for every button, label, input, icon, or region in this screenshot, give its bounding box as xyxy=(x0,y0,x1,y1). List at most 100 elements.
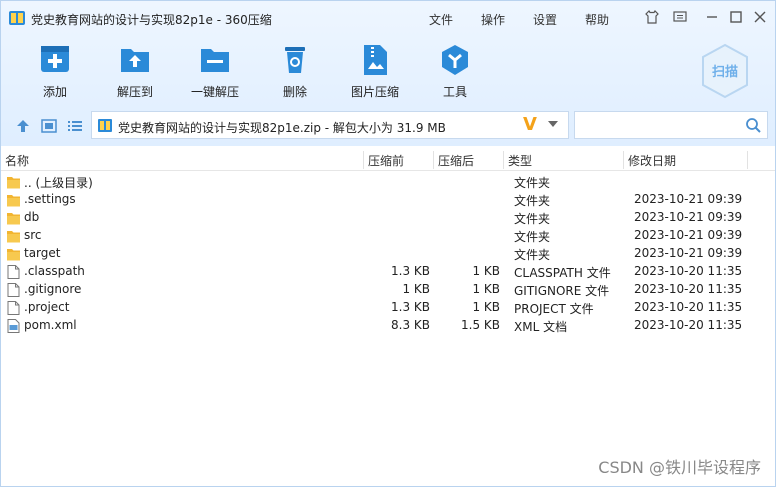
file-row[interactable]: .. (上级目录) 文件夹 xyxy=(1,173,775,191)
col-before[interactable]: 压缩前 xyxy=(368,152,404,169)
file-type: 文件夹 xyxy=(514,212,551,226)
minimize-icon[interactable] xyxy=(704,9,720,25)
menu-help[interactable]: 帮助 xyxy=(585,11,609,28)
path-dropdown-icon[interactable] xyxy=(548,121,558,127)
file-row[interactable]: .project 1.3 KB 1 KB PROJECT 文件 2023-10-20 1… xyxy=(1,299,775,317)
folder-icon xyxy=(7,247,20,261)
extract-to-button[interactable]: 解压到 xyxy=(107,43,163,100)
image-compress-icon xyxy=(357,43,393,77)
file-row[interactable]: .classpath 1.3 KB 1 KB CLASSPATH 文件 2023-10-… xyxy=(1,263,775,281)
col-after[interactable]: 压缩后 xyxy=(438,152,474,169)
menu-settings[interactable]: 设置 xyxy=(533,11,557,28)
path-bar[interactable]: 党史教育网站的设计与实现82p1e.zip - 解包大小为 31.9 MB V xyxy=(91,111,569,139)
watermark: CSDN @铁川毕设程序 xyxy=(598,458,761,477)
file-row[interactable]: target 文件夹 2023-10-21 09:39 xyxy=(1,245,775,263)
file-date: 2023-10-21 09:39 xyxy=(634,210,743,224)
file-size-after: 1.5 KB xyxy=(461,318,500,332)
folder-icon xyxy=(7,229,20,243)
file-name: pom.xml xyxy=(24,318,77,332)
file-name: db xyxy=(24,210,40,224)
delete-icon xyxy=(277,43,313,77)
image-compress-button[interactable]: 图片压缩 xyxy=(347,43,403,100)
column-divider[interactable] xyxy=(433,151,434,169)
file-name: .project xyxy=(24,300,70,314)
col-type[interactable]: 类型 xyxy=(508,152,532,169)
up-arrow-icon[interactable] xyxy=(15,119,31,133)
file-size-before: 1.3 KB xyxy=(391,264,430,278)
file-type: GITIGNORE 文件 xyxy=(514,284,610,298)
top-area: 党史教育网站的设计与实现82p1e - 360压缩 文件 操作 设置 帮助 添加… xyxy=(1,1,775,146)
xml-file-icon xyxy=(7,319,20,333)
skin-shirt-icon[interactable] xyxy=(644,9,660,25)
one-click-extract-button[interactable]: 一键解压 xyxy=(187,43,243,100)
folder-icon xyxy=(7,175,20,189)
add-label: 添加 xyxy=(42,85,67,99)
file-size-before: 1 KB xyxy=(402,282,430,296)
window-title: 党史教育网站的设计与实现82p1e - 360压缩 xyxy=(31,13,272,27)
file-type: CLASSPATH 文件 xyxy=(514,266,611,280)
column-divider[interactable] xyxy=(503,151,504,169)
column-divider[interactable] xyxy=(623,151,624,169)
delete-button[interactable]: 删除 xyxy=(267,43,323,100)
extract-to-label: 解压到 xyxy=(116,85,153,99)
one-click-extract-icon xyxy=(197,43,233,77)
file-size-before: 1.3 KB xyxy=(391,300,430,314)
delete-label: 删除 xyxy=(282,85,307,99)
column-divider[interactable] xyxy=(747,151,748,169)
col-name[interactable]: 名称 xyxy=(5,152,29,169)
file-row[interactable]: .settings 文件夹 2023-10-21 09:39 xyxy=(1,191,775,209)
thumbnail-view-icon[interactable] xyxy=(41,119,57,133)
file-icon xyxy=(7,265,20,279)
maximize-icon[interactable] xyxy=(728,9,744,25)
file-date: 2023-10-20 11:35 xyxy=(634,264,743,278)
close-icon[interactable] xyxy=(752,9,768,25)
archive-path: 党史教育网站的设计与实现82p1e.zip - 解包大小为 31.9 MB xyxy=(118,121,446,135)
col-date[interactable]: 修改日期 xyxy=(628,152,676,169)
file-size-after: 1 KB xyxy=(472,264,500,278)
column-header: 名称 压缩前 压缩后 类型 修改日期 xyxy=(1,150,775,171)
title-bar: 党史教育网站的设计与实现82p1e - 360压缩 文件 操作 设置 帮助 xyxy=(1,1,775,35)
list-view-icon[interactable] xyxy=(67,119,83,133)
file-list: .. (上级目录) 文件夹 .settings 文件夹 2023-10-21 09:39… xyxy=(1,173,775,335)
column-divider[interactable] xyxy=(363,151,364,169)
file-date: 2023-10-20 11:35 xyxy=(634,300,743,314)
file-date: 2023-10-21 09:39 xyxy=(634,192,743,206)
tools-label: 工具 xyxy=(442,85,467,99)
file-type: 文件夹 xyxy=(514,248,551,262)
add-button[interactable]: 添加 xyxy=(27,43,83,100)
file-date: 2023-10-21 09:39 xyxy=(634,246,743,260)
file-name: src xyxy=(24,228,42,242)
scan-label: 扫描 xyxy=(711,65,738,80)
file-row[interactable]: .gitignore 1 KB 1 KB GITIGNORE 文件 2023-10-20… xyxy=(1,281,775,299)
file-type: XML 文档 xyxy=(514,320,568,334)
file-type: 文件夹 xyxy=(514,230,551,244)
file-date: 2023-10-21 09:39 xyxy=(634,228,743,242)
app-window: 党史教育网站的设计与实现82p1e - 360压缩 文件 操作 设置 帮助 添加… xyxy=(0,0,776,487)
search-input[interactable] xyxy=(574,111,768,139)
file-row[interactable]: db 文件夹 2023-10-21 09:39 xyxy=(1,209,775,227)
menu-file[interactable]: 文件 xyxy=(429,11,453,28)
file-size-after: 1 KB xyxy=(472,300,500,314)
menu-operation[interactable]: 操作 xyxy=(481,11,505,28)
file-type: 文件夹 xyxy=(514,194,551,208)
folder-icon xyxy=(7,193,20,207)
file-name: .. (上级目录) xyxy=(24,176,93,190)
tools-button[interactable]: 工具 xyxy=(427,43,483,100)
file-name: .settings xyxy=(24,192,76,206)
search-icon[interactable] xyxy=(745,117,761,133)
file-date: 2023-10-20 11:35 xyxy=(634,318,743,332)
add-icon xyxy=(37,43,73,77)
file-size-before: 8.3 KB xyxy=(391,318,430,332)
scan-button[interactable]: 扫描 xyxy=(695,41,755,101)
file-icon xyxy=(7,301,20,315)
file-row[interactable]: src 文件夹 2023-10-21 09:39 xyxy=(1,227,775,245)
file-type: 文件夹 xyxy=(514,176,551,190)
one-click-extract-label: 一键解压 xyxy=(190,85,239,99)
feedback-icon[interactable] xyxy=(672,9,688,25)
folder-icon xyxy=(7,211,20,225)
v-logo-icon: V xyxy=(523,114,537,135)
file-row[interactable]: pom.xml 8.3 KB 1.5 KB XML 文档 2023-10-20 11:3… xyxy=(1,317,775,335)
tools-icon xyxy=(437,43,473,77)
extract-to-icon xyxy=(117,43,153,77)
file-name: .classpath xyxy=(24,264,85,278)
